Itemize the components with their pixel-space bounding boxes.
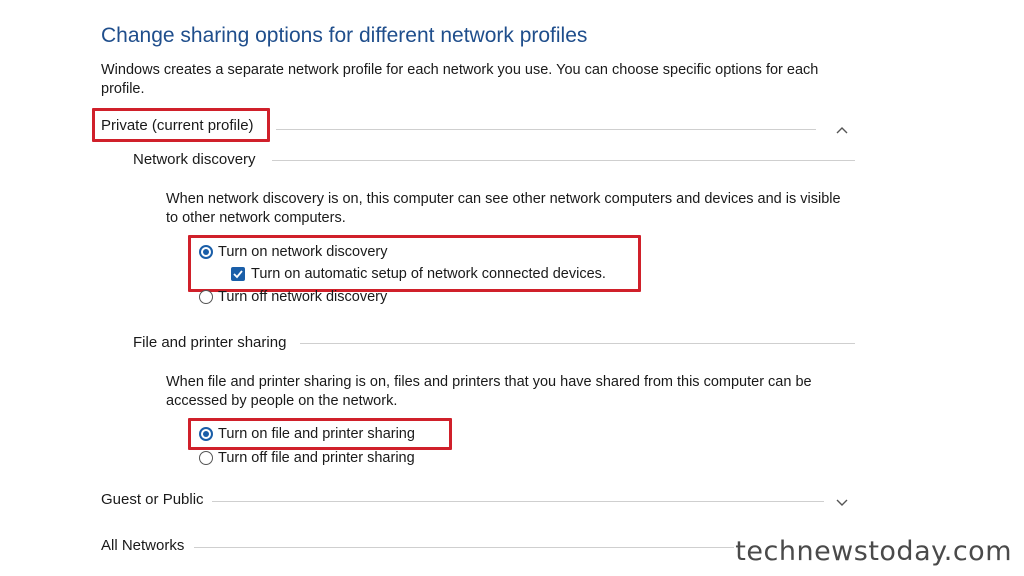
radio-unselected-icon xyxy=(199,290,213,304)
section-divider xyxy=(212,501,824,502)
checkbox-automatic-setup[interactable]: Turn on automatic setup of network conne… xyxy=(231,266,606,282)
radio-unselected-icon xyxy=(199,451,213,465)
watermark-text: technewstoday.com xyxy=(735,536,1012,567)
page-description: Windows creates a separate network profi… xyxy=(101,62,819,97)
radio-label: Turn on network discovery xyxy=(218,244,388,260)
section-divider xyxy=(272,160,855,161)
radio-selected-icon xyxy=(199,245,213,259)
section-divider xyxy=(194,547,734,548)
radio-turn-off-file-sharing[interactable]: Turn off file and printer sharing xyxy=(199,450,415,466)
private-profile-header[interactable]: Private (current profile) xyxy=(101,117,254,134)
network-discovery-header: Network discovery xyxy=(133,151,256,168)
page-title: Change sharing options for different net… xyxy=(101,24,588,47)
radio-turn-on-file-sharing[interactable]: Turn on file and printer sharing xyxy=(199,426,415,442)
checkbox-label: Turn on automatic setup of network conne… xyxy=(251,266,606,282)
radio-turn-on-network-discovery[interactable]: Turn on network discovery xyxy=(199,244,388,260)
file-sharing-description: When file and printer sharing is on, fil… xyxy=(166,374,812,409)
sharing-settings-page: Change sharing options for different net… xyxy=(0,0,1024,576)
radio-label: Turn on file and printer sharing xyxy=(218,426,415,442)
section-divider xyxy=(300,343,855,344)
network-discovery-description: When network discovery is on, this compu… xyxy=(166,191,841,226)
guest-public-header[interactable]: Guest or Public xyxy=(101,491,204,508)
all-networks-header[interactable]: All Networks xyxy=(101,537,184,554)
radio-label: Turn off file and printer sharing xyxy=(218,450,415,466)
section-divider xyxy=(276,129,816,130)
radio-selected-icon xyxy=(199,427,213,441)
file-printer-sharing-header: File and printer sharing xyxy=(133,334,287,351)
radio-label: Turn off network discovery xyxy=(218,289,388,305)
checkbox-checked-icon xyxy=(231,267,245,281)
radio-turn-off-network-discovery[interactable]: Turn off network discovery xyxy=(199,289,387,305)
chevron-up-icon[interactable] xyxy=(834,122,850,138)
chevron-down-icon[interactable] xyxy=(834,495,850,511)
